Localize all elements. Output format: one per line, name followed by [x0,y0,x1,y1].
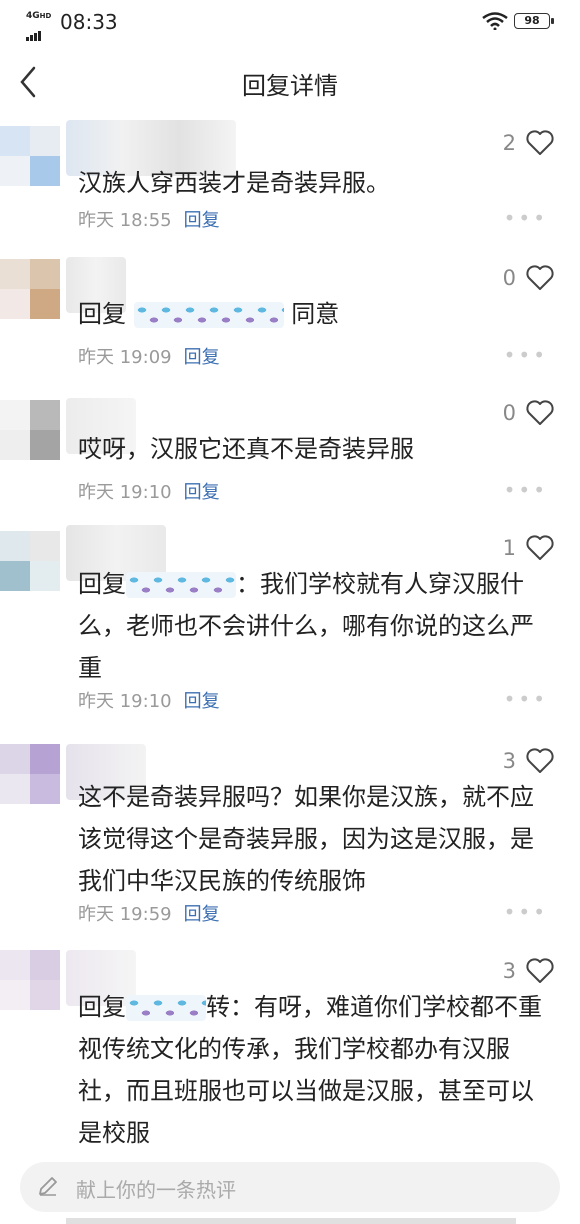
comment-text: 回复 同意 [78,300,340,328]
comment-meta: 昨天 19:10 回复 [78,478,220,504]
comment-meta: 昨天 19:10 回复 [78,687,220,713]
status-time: 08:33 [60,10,118,34]
reply-button[interactable]: 回复 [184,904,220,925]
reply-button[interactable]: 回复 [184,210,220,231]
comment-item: 回复 转：有呀，难道你们学校都不重视传统文化的传承，我们学校都办有汉服社，而且班服… [0,946,580,1147]
comment-text: 汉族人穿西装才是奇装异服。 [78,169,390,197]
more-options-icon[interactable]: ••• [504,687,548,711]
heart-icon [526,958,554,983]
comment-meta: 昨天 19:59 回复 [78,900,220,926]
page-title: 回复详情 [242,72,338,100]
comment-time: 昨天 19:59 [78,904,172,925]
heart-icon [526,535,554,560]
comment-time: 昨天 19:10 [78,691,172,712]
like-button[interactable]: 3 [503,958,554,984]
wifi-icon [482,12,508,30]
comment-text: 哎呀，汉服它还真不是奇装异服 [78,435,414,463]
comment-time: 昨天 19:10 [78,482,172,503]
like-button[interactable]: 0 [503,400,554,426]
comment-meta: 昨天 18:55 回复 [78,206,220,232]
more-options-icon[interactable]: ••• [504,900,548,924]
reply-button[interactable]: 回复 [184,691,220,712]
comment-item: 回复 同意 昨天 19:09 回复 0 ••• [0,255,580,375]
comment-text: 回复 ：我们学校就有人穿汉服什么，老师也不会讲什么，哪有你说的这么严重 [78,570,534,682]
redaction-mark [133,302,284,328]
pen-icon [39,1177,57,1196]
avatar[interactable] [0,744,60,804]
avatar[interactable] [0,950,60,1010]
reply-button[interactable]: 回复 [184,482,220,503]
more-options-icon[interactable]: ••• [504,343,548,367]
avatar[interactable] [0,259,60,319]
comment-input-placeholder: 献上你的一条热评 [76,1178,236,1202]
like-button[interactable]: 0 [503,265,554,291]
avatar[interactable] [0,531,60,591]
more-options-icon[interactable]: ••• [504,478,548,502]
avatar[interactable] [0,126,60,186]
redaction-mark [126,995,206,1021]
comment-time: 昨天 19:09 [78,347,172,368]
reply-button[interactable]: 回复 [184,347,220,368]
heart-icon [526,265,554,290]
comment-text: 回复 转：有呀，难道你们学校都不重视传统文化的传承，我们学校都办有汉服社，而且班服… [78,993,542,1147]
battery-indicator: 98 [514,13,554,29]
comment-item: 这不是奇装异服吗？如果你是汉族，就不应该觉得这个是奇装异服，因为这是汉服，是我们… [0,736,580,936]
like-count: 3 [502,959,516,983]
comment-meta: 昨天 19:09 回复 [78,343,220,369]
comment-item: 哎呀，汉服它还真不是奇装异服 昨天 19:10 回复 0 ••• [0,390,580,510]
like-count: 3 [502,749,516,773]
avatar[interactable] [0,400,60,460]
like-button[interactable]: 3 [503,748,554,774]
heart-icon [526,400,554,425]
like-button[interactable]: 2 [503,130,554,156]
heart-icon [526,748,554,773]
navigation-bar: 回复详情 [0,52,580,112]
heart-icon [526,130,554,155]
comment-text: 这不是奇装异服吗？如果你是汉族，就不应该觉得这个是奇装异服，因为这是汉服，是我们… [78,783,534,895]
comment-time: 昨天 18:55 [78,210,172,231]
like-count: 1 [502,536,516,560]
comment-item: 回复 ：我们学校就有人穿汉服什么，老师也不会讲什么，哪有你说的这么严重 昨天 19… [0,525,580,725]
signal-icon [26,22,42,41]
like-count: 2 [502,131,516,155]
like-count: 0 [502,266,516,290]
status-bar: 4GHD 08:33 98 [0,0,580,46]
redaction-mark [126,572,236,598]
network-indicator: 4GHD [26,11,52,21]
comment-input-bar[interactable]: 献上你的一条热评 [20,1162,560,1212]
like-count: 0 [502,401,516,425]
more-options-icon[interactable]: ••• [504,206,548,230]
like-button[interactable]: 1 [503,535,554,561]
comment-item: 汉族人穿西装才是奇装异服。 昨天 18:55 回复 2 ••• [0,120,580,240]
home-indicator [66,1218,516,1224]
